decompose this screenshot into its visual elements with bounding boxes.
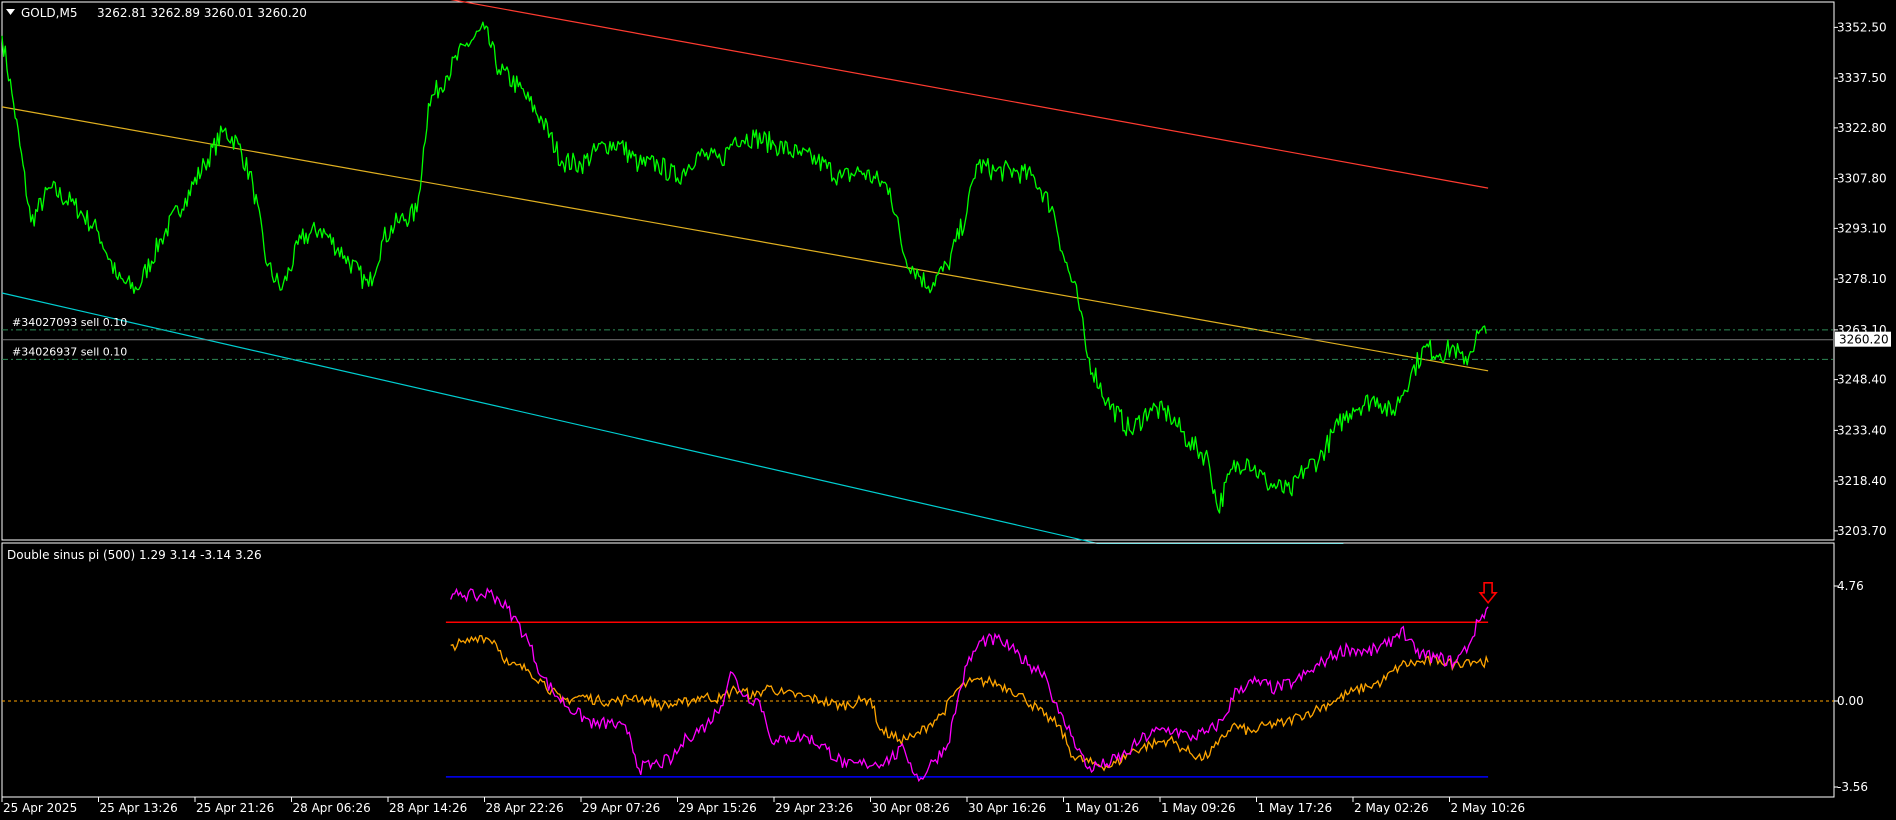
ohlc-values: 3262.81 3262.89 3260.01 3260.20 (97, 6, 307, 20)
price-tick-label: 3322.80 (1837, 121, 1887, 135)
time-tick-label: 1 May 01:26 (1065, 801, 1140, 815)
indicator-tick-label: -3.56 (1837, 780, 1868, 794)
time-tick-label: 29 Apr 23:26 (775, 801, 853, 815)
price-tick-label: 3218.40 (1837, 474, 1887, 488)
indicator-tick-label: 0.00 (1837, 694, 1864, 708)
price-tick-label: 3203.70 (1837, 524, 1887, 538)
price-tick-label: 3278.10 (1837, 272, 1887, 286)
time-tick-label: 28 Apr 14:26 (389, 801, 467, 815)
time-tick-label: 25 Apr 13:26 (100, 801, 178, 815)
time-tick-label: 25 Apr 21:26 (196, 801, 274, 815)
order-label: #34026937 sell 0.10 (12, 345, 127, 358)
order-label: #34027093 sell 0.10 (12, 316, 127, 329)
time-tick-label: 28 Apr 22:26 (486, 801, 564, 815)
indicator-title: Double sinus pi (500) 1.29 3.14 -3.14 3.… (7, 548, 262, 562)
price-tick-label: 3352.50 (1837, 20, 1887, 34)
time-tick-label: 2 May 10:26 (1451, 801, 1526, 815)
time-tick-label: 25 Apr 2025 (3, 801, 77, 815)
current-price-label: 3260.20 (1839, 333, 1889, 347)
time-tick-label: 29 Apr 15:26 (679, 801, 757, 815)
time-tick-label: 30 Apr 16:26 (968, 801, 1046, 815)
time-tick-label: 2 May 02:26 (1354, 801, 1429, 815)
price-tick-label: 3337.50 (1837, 71, 1887, 85)
time-tick-label: 30 Apr 08:26 (872, 801, 950, 815)
price-tick-label: 3307.80 (1837, 172, 1887, 186)
chart-title: GOLD,M5 3262.81 3262.89 3260.01 3260.20 (6, 6, 307, 20)
price-tick-label: 3293.10 (1837, 221, 1887, 235)
trading-chart[interactable]: #34027093 sell 0.10 #34026937 sell 0.10 3… (0, 0, 1896, 820)
time-tick-label: 1 May 09:26 (1161, 801, 1236, 815)
indicator-tick-label: 4.76 (1837, 579, 1864, 593)
time-tick-label: 1 May 17:26 (1258, 801, 1333, 815)
price-tick-label: 3233.40 (1837, 423, 1887, 437)
time-tick-label: 29 Apr 07:26 (582, 801, 660, 815)
time-tick-label: 28 Apr 06:26 (293, 801, 371, 815)
symbol-title: GOLD,M5 (21, 6, 77, 20)
price-tick-label: 3248.40 (1837, 373, 1887, 387)
